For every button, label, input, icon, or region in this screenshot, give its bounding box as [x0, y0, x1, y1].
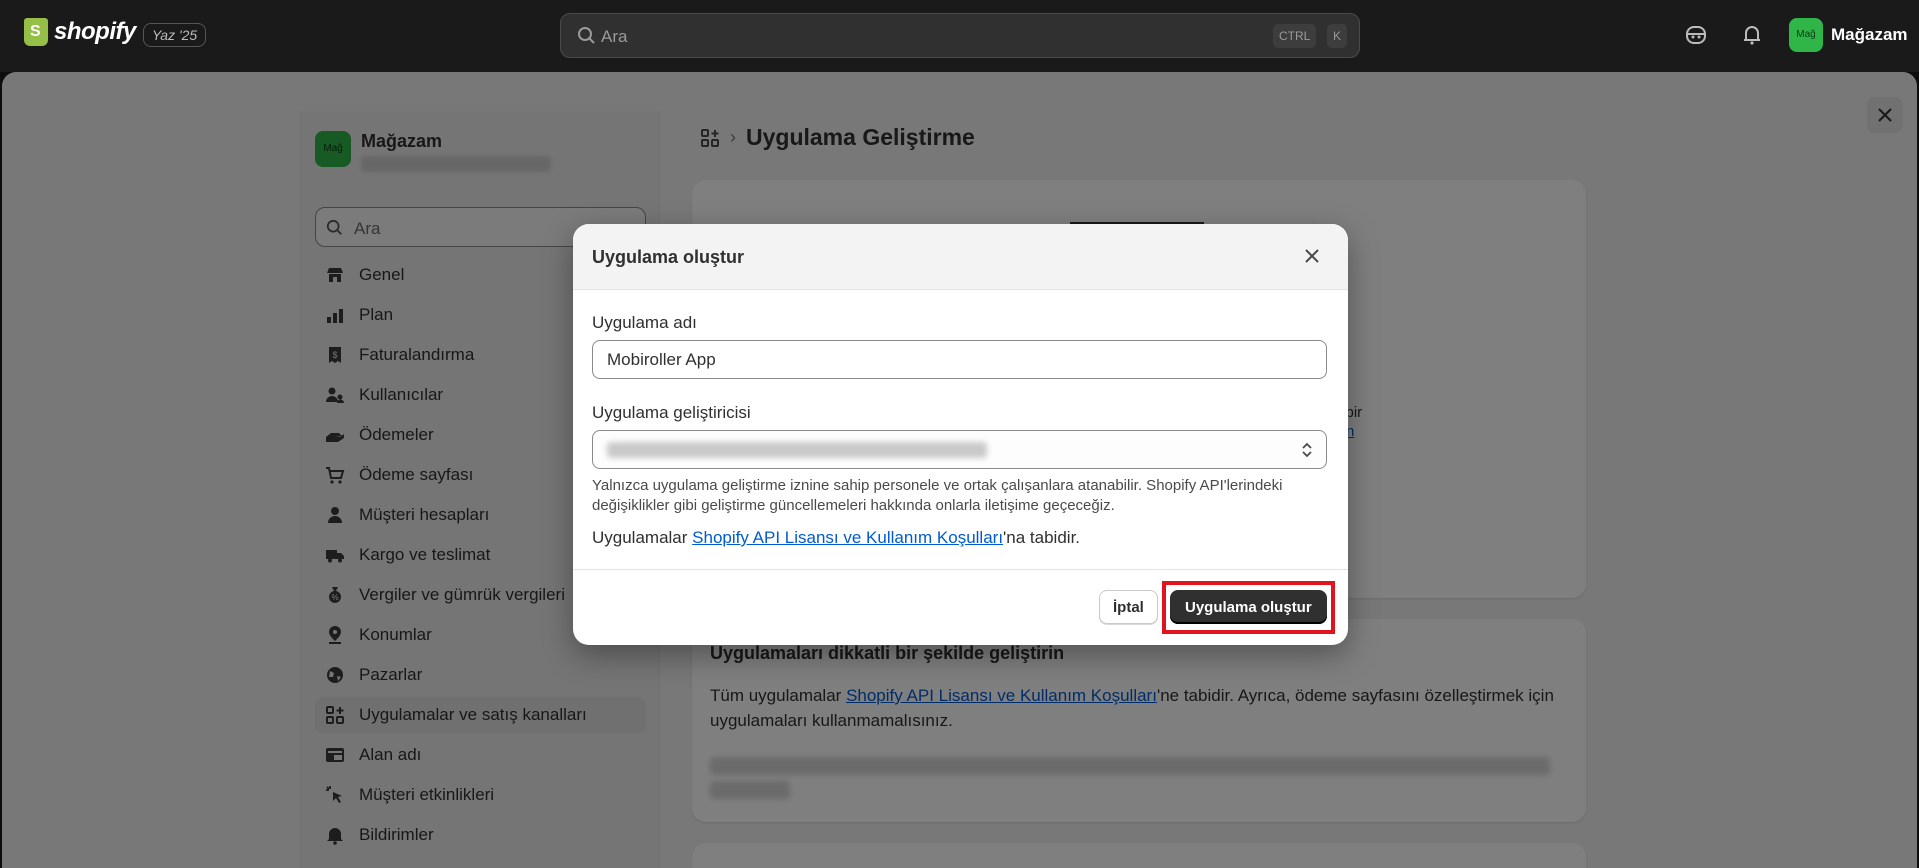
- app-developer-label: Uygulama geliştiricisi: [592, 403, 751, 422]
- app-developer-select[interactable]: [592, 430, 1327, 469]
- terms-prefix: Uygulamalar: [592, 528, 693, 547]
- shortcut-key-k: K: [1327, 24, 1348, 48]
- edition-badge[interactable]: Yaz '25: [143, 23, 207, 47]
- app-name-label: Uygulama adı: [592, 313, 697, 332]
- terms-notice: Uygulamalar Shopify API Lisansı ve Kulla…: [592, 528, 1080, 548]
- developer-help-text: Yalnızca uygulama geliştirme iznine sahi…: [592, 477, 1283, 514]
- redacted-developer-value: [607, 442, 987, 458]
- modal-header: Uygulama oluştur: [573, 224, 1348, 290]
- store-name: Mağazam: [1831, 25, 1908, 44]
- search-placeholder: Ara: [601, 27, 628, 46]
- brand-name: shopify: [54, 18, 136, 45]
- annotation-highlight-box: [1162, 581, 1335, 634]
- api-terms-link[interactable]: Shopify API Lisansı ve Kullanım Koşullar…: [692, 528, 1003, 547]
- terms-suffix: 'na tabidir.: [1003, 528, 1081, 547]
- global-search[interactable]: Ara CTRL K: [560, 13, 1360, 58]
- sidekick-icon[interactable]: [1683, 22, 1709, 48]
- shopify-logo[interactable]: shopify: [24, 18, 136, 46]
- app-name-input[interactable]: Mobiroller App: [592, 340, 1327, 379]
- close-icon[interactable]: [1301, 245, 1323, 267]
- cancel-button[interactable]: İptal: [1099, 590, 1158, 624]
- store-menu[interactable]: Mağ Mağazam: [1789, 18, 1908, 52]
- modal-title: Uygulama oluştur: [592, 247, 745, 267]
- store-avatar: Mağ: [1789, 18, 1823, 52]
- select-chevron-icon: [1302, 442, 1312, 458]
- search-icon: [578, 27, 595, 44]
- shopify-bag-icon: [24, 18, 48, 46]
- top-bar: shopify Yaz '25 Ara CTRL K Mağ Mağazam: [0, 0, 1919, 70]
- notifications-bell-icon[interactable]: [1739, 22, 1765, 48]
- shortcut-key-ctrl: CTRL: [1273, 24, 1317, 48]
